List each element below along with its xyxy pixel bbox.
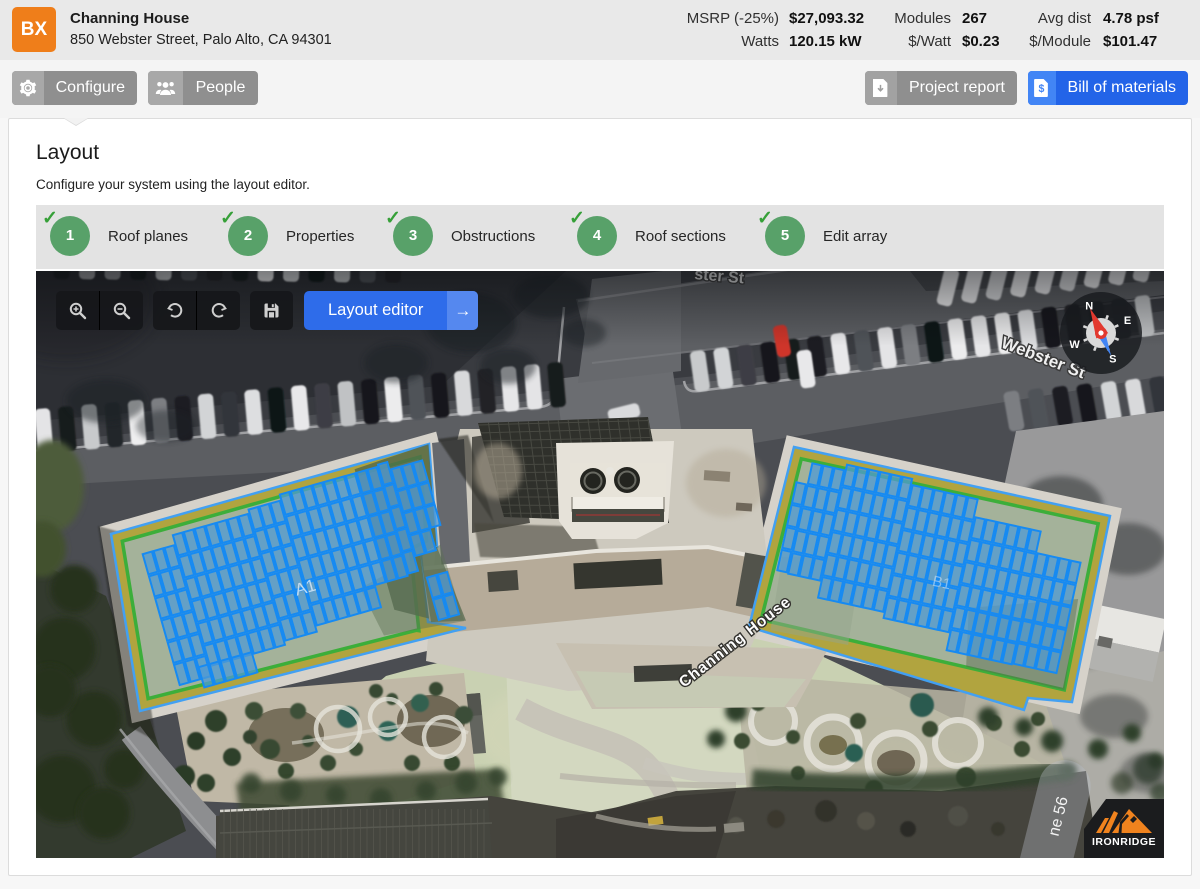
svg-text:IRONRIDGE: IRONRIDGE [1092, 836, 1156, 848]
svg-text:S: S [1109, 353, 1116, 365]
svg-text:$: $ [1039, 83, 1045, 95]
svg-text:N: N [1085, 301, 1093, 313]
svg-text:W: W [1069, 339, 1080, 351]
svg-text:E: E [1124, 315, 1131, 327]
